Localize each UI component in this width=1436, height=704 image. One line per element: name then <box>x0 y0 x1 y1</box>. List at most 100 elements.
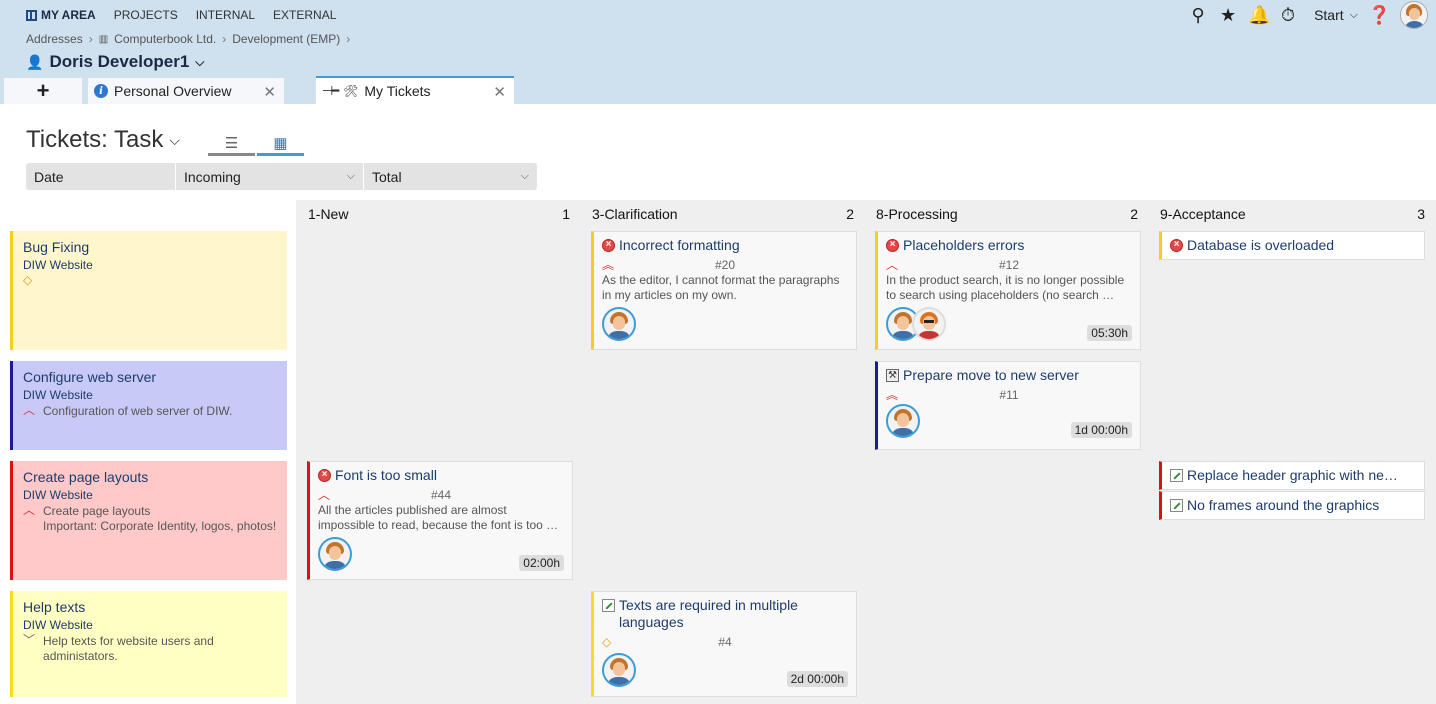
column-count: 2 <box>846 206 854 222</box>
nav-external-label: EXTERNAL <box>273 8 337 22</box>
incoming-filter[interactable]: Incoming ⌵ <box>176 163 364 190</box>
user-icon: 👤 <box>26 53 44 70</box>
add-tab-button[interactable]: + <box>4 78 82 104</box>
ticket-title: Font is too small <box>335 467 437 483</box>
nav-projects[interactable]: PROJECTS <box>114 8 178 22</box>
column-header-new: 1-New 1 <box>308 206 570 222</box>
close-icon[interactable]: ✕ <box>493 83 506 101</box>
ticket-card-11[interactable]: ⚒ Prepare move to new server ︽ #11 1d 00:0… <box>875 361 1141 450</box>
avatar <box>912 307 946 341</box>
tools-icon: ⚒ <box>886 369 899 382</box>
nav-my-area-label: MY AREA <box>41 8 96 22</box>
column-header-clarification: 3-Clarification 2 <box>592 206 854 222</box>
board-icon: ▦ <box>273 134 288 152</box>
swimlane-project: DIW Website <box>23 388 93 402</box>
top-bar: MY AREA PROJECTS INTERNAL EXTERNAL Addre… <box>0 0 1436 104</box>
info-icon: i <box>94 84 108 98</box>
swimlane-desc-2: Important: Corporate Identity, logos, ph… <box>43 519 277 533</box>
nav-my-area[interactable]: MY AREA <box>26 8 96 22</box>
chevron-right-icon: › <box>222 32 227 46</box>
bell-icon[interactable]: 🔔 <box>1248 2 1270 28</box>
building-icon: ▥ <box>98 33 109 45</box>
help-icon[interactable]: ❓ <box>1368 2 1390 28</box>
column-count: 3 <box>1417 206 1425 222</box>
ticket-number: #20 <box>714 258 736 272</box>
column-count: 1 <box>562 206 570 222</box>
ticket-number: #4 <box>718 635 732 649</box>
pin-icon[interactable]: ⊣━ <box>322 83 339 99</box>
close-icon[interactable]: ✕ <box>263 83 276 101</box>
tab-my-tickets[interactable]: ⊣━ 🛠 My Tickets ✕ <box>316 76 514 104</box>
swimlane-bug-fixing[interactable]: Bug Fixing DIW Website ◇ <box>10 231 287 350</box>
ticket-card-20[interactable]: × Incorrect formatting ︽ #20 As the editor… <box>591 231 857 350</box>
swimlane-create-page-layouts[interactable]: Create page layouts DIW Website ︿ Create … <box>10 461 287 580</box>
view-toggle: ☰ ▦ <box>208 132 304 156</box>
total-filter[interactable]: Total ⌵ <box>364 163 537 190</box>
priority-medium-icon: ◇ <box>23 273 33 287</box>
chevron-down-icon: ⌵ <box>1349 8 1358 21</box>
page-title-text: Tickets: Task <box>26 126 164 153</box>
list-view-button[interactable]: ☰ <box>208 132 255 156</box>
column-name: 3-Clarification <box>592 206 678 222</box>
time-badge: 02:00h <box>519 555 564 571</box>
swimlane-help-texts[interactable]: Help texts DIW Website ﹀ Help texts for w… <box>10 591 287 697</box>
avatar <box>318 537 352 571</box>
error-icon: × <box>318 469 331 482</box>
breadcrumb-company[interactable]: Computerbook Ltd. <box>114 32 216 46</box>
task-icon <box>1170 499 1183 512</box>
start-button[interactable]: Start ⌵ <box>1314 7 1358 23</box>
swimlane-desc: Configuration of web server of DIW. <box>43 404 233 418</box>
board-view-button[interactable]: ▦ <box>257 132 304 156</box>
time-badge: 1d 00:00h <box>1070 422 1132 438</box>
nav-internal-label: INTERNAL <box>195 8 256 22</box>
breadcrumb-addresses[interactable]: Addresses <box>26 32 83 46</box>
column-header-acceptance: 9-Acceptance 3 <box>1160 206 1425 222</box>
chevron-down-icon: ⌵ <box>346 170 355 182</box>
user-name: Doris Developer1 <box>49 52 190 71</box>
chevron-down-icon: ⌵ <box>520 170 529 182</box>
ticket-card-4[interactable]: Texts are required in multiple languages… <box>591 591 857 697</box>
nav-external[interactable]: EXTERNAL <box>273 8 336 22</box>
column-header-processing: 8-Processing 2 <box>876 206 1138 222</box>
ticket-title: No frames around the graphics <box>1187 497 1380 513</box>
ticket-card-header-graphic[interactable]: Replace header graphic with ne… <box>1159 461 1425 490</box>
tab-personal-overview[interactable]: i Personal Overview ✕ <box>88 78 284 104</box>
swimlane-project: DIW Website <box>23 618 93 632</box>
swimlane-title: Bug Fixing <box>23 239 90 255</box>
chevron-right-icon: › <box>346 32 351 46</box>
swimlane-configure-web-server[interactable]: Configure web server DIW Website ︿ Config… <box>10 361 287 450</box>
total-filter-label: Total <box>372 168 402 185</box>
top-right-icons: ⚲ ★ 🔔 ⏱ Start ⌵ ❓ <box>1188 1 1428 29</box>
user-avatar[interactable] <box>1400 1 1428 29</box>
nav-internal[interactable]: INTERNAL <box>196 8 255 22</box>
error-icon: × <box>886 239 899 252</box>
swimlane-desc: Create page layouts <box>43 504 151 518</box>
page-title[interactable]: Tickets: Task ⌵ <box>26 126 180 154</box>
stopwatch-icon[interactable]: ⏱ <box>1278 2 1298 28</box>
ticket-card-database[interactable]: × Database is overloaded <box>1159 231 1425 260</box>
ticket-desc: All the articles published are almost im… <box>318 503 559 532</box>
search-icon[interactable]: ⚲ <box>1188 2 1208 28</box>
priority-low-icon: ﹀ <box>23 633 36 647</box>
ticket-title: Database is overloaded <box>1187 237 1335 253</box>
avatar <box>602 307 636 341</box>
tab-bar: + i Personal Overview ✕ ⊣━ 🛠 My Tickets … <box>4 76 514 104</box>
user-title[interactable]: 👤 Doris Developer1 ⌵ <box>26 52 204 72</box>
error-icon: × <box>1170 239 1183 252</box>
column-name: 9-Acceptance <box>1160 206 1246 222</box>
star-icon[interactable]: ★ <box>1218 2 1238 28</box>
swimlane-title: Help texts <box>23 599 86 615</box>
breadcrumb-department[interactable]: Development (EMP) <box>232 32 340 46</box>
chevron-right-icon: › <box>88 32 93 46</box>
ticket-card-12[interactable]: × Placeholders errors ︿ #12 In the product… <box>875 231 1141 350</box>
list-icon: ☰ <box>224 134 239 152</box>
swimlane-project: DIW Website <box>23 488 93 502</box>
ticket-desc: As the editor, I cannot format the parag… <box>602 273 840 302</box>
ticket-card-44[interactable]: × Font is too small ︿ #44 All the articles… <box>307 461 573 580</box>
ticket-card-frames[interactable]: No frames around the graphics <box>1159 491 1425 520</box>
swimlane-project: DIW Website <box>23 258 93 272</box>
avatar <box>886 404 920 438</box>
ticket-title: Incorrect formatting <box>619 237 740 253</box>
date-filter[interactable]: Date <box>26 163 176 190</box>
my-area-icon <box>26 9 37 21</box>
